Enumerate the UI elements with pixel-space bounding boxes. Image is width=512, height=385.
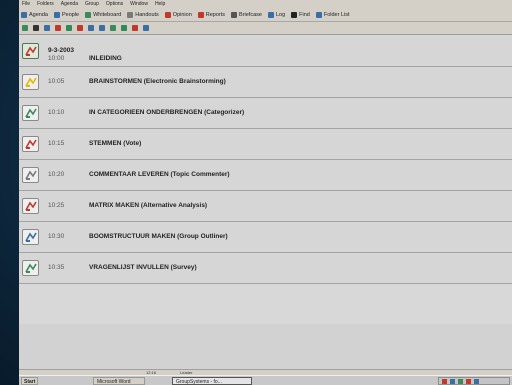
toolbar-label: Reports: [205, 11, 226, 18]
tray-icon[interactable]: [458, 378, 463, 384]
agenda-title[interactable]: IN CATEGORIEEN ONDERBRENGEN (Categorizer…: [89, 109, 244, 116]
taskbar: Start Microsoft Word GroupSystems - fo..…: [19, 375, 512, 385]
agenda-button[interactable]: Agenda: [21, 11, 48, 18]
system-tray: [438, 377, 510, 385]
agenda-time: 10:05: [48, 78, 65, 85]
toolbar-label: Folder List: [323, 11, 350, 18]
matrix-icon[interactable]: [22, 198, 39, 214]
survey-icon[interactable]: [22, 260, 39, 276]
toolbar-label: Agenda: [29, 11, 48, 18]
commenter-icon[interactable]: [22, 167, 39, 183]
agenda-row[interactable]: 10:10 IN CATEGORIEEN ONDERBRENGEN (Catego…: [19, 98, 512, 129]
agenda-time: 10:35: [48, 264, 65, 271]
handouts-icon: [127, 11, 134, 18]
whiteboard-button[interactable]: Whiteboard: [85, 11, 122, 18]
activity-toolbar: [19, 22, 512, 35]
arrows-icon[interactable]: [121, 25, 127, 31]
menu-window[interactable]: Window: [130, 0, 148, 8]
task-button-groupsystems[interactable]: GroupSystems - fo...: [172, 377, 252, 385]
people-icon: [53, 11, 60, 18]
toolbar-label: Whiteboard: [93, 11, 122, 18]
find-icon: [291, 11, 298, 18]
agenda-row[interactable]: 10:35 VRAGENLIJST INVULLEN (Survey): [19, 253, 512, 284]
tray-icon[interactable]: [442, 378, 447, 384]
menu-folders[interactable]: Folders: [37, 0, 54, 8]
opinion-button[interactable]: Opinion: [164, 11, 192, 18]
agenda-row[interactable]: 10:30 BOOMSTRUCTUUR MAKEN (Group Outliner…: [19, 222, 512, 253]
opinion-icon: [164, 11, 171, 18]
tray-icon[interactable]: [450, 378, 455, 384]
agenda-time: 10:00: [48, 55, 65, 62]
agenda-title[interactable]: STEMMEN (Vote): [89, 140, 141, 147]
refresh-icon[interactable]: [44, 25, 50, 31]
log-icon: [267, 11, 274, 18]
outliner-icon[interactable]: [22, 229, 39, 245]
agenda-row[interactable]: 10:05 BRAINSTORMEN (Electronic Brainstorm…: [19, 67, 512, 98]
toolbar-label: Find: [299, 11, 310, 18]
agenda-title[interactable]: MATRIX MAKEN (Alternative Analysis): [89, 202, 207, 209]
agenda-row[interactable]: 10:15 STEMMEN (Vote): [19, 129, 512, 160]
find-button[interactable]: Find: [291, 11, 310, 18]
flag-green-icon[interactable]: [66, 25, 72, 31]
agenda-title[interactable]: VRAGENLIJST INVULLEN (Survey): [89, 264, 197, 271]
toolbar-label: Opinion: [172, 11, 192, 18]
agenda-date: 9-3-2003: [48, 47, 75, 54]
brainstorm-icon[interactable]: [22, 74, 39, 90]
tool-icon[interactable]: [22, 25, 28, 31]
agenda-title[interactable]: BRAINSTORMEN (Electronic Brainstorming): [89, 78, 226, 85]
main-toolbar: Agenda People Whiteboard Handouts Opinion Rep…: [19, 8, 512, 22]
agenda-icon: [21, 11, 27, 18]
menu-bar: File Folders Agenda Group Options Window…: [19, 0, 512, 8]
agenda-title[interactable]: BOOMSTRUCTUUR MAKEN (Group Outliner): [89, 233, 228, 240]
reports-icon: [197, 11, 204, 18]
link-icon[interactable]: [99, 25, 105, 31]
folder-list-icon: [315, 11, 322, 18]
agenda-time: 10:20: [48, 171, 65, 178]
agenda-time: 10:15: [48, 140, 65, 147]
empty-agenda-area: [19, 324, 512, 369]
tray-icon[interactable]: [466, 378, 471, 384]
pen-icon[interactable]: [110, 25, 116, 31]
agenda-title[interactable]: COMMENTAAR LEVEREN (Topic Commenter): [89, 171, 230, 178]
close-icon[interactable]: [33, 25, 39, 31]
briefcase-button[interactable]: Briefcase: [231, 11, 262, 18]
agenda-time: 10:25: [48, 202, 65, 209]
people-button[interactable]: People: [53, 11, 80, 18]
toolbar-label: Log: [275, 11, 286, 18]
record-icon[interactable]: [55, 25, 61, 31]
window-icon[interactable]: [143, 25, 149, 31]
menu-options[interactable]: Options: [106, 0, 123, 8]
introduction-icon[interactable]: [22, 43, 39, 59]
whiteboard-icon: [85, 11, 92, 18]
log-button[interactable]: Log: [267, 11, 286, 18]
handouts-button[interactable]: Handouts: [127, 11, 159, 18]
tray-icon[interactable]: [474, 378, 479, 384]
agenda-row[interactable]: 9-3-2003 10:00 INLEIDING: [19, 36, 512, 67]
flag-red-icon[interactable]: [77, 25, 83, 31]
toolbar-label: People: [61, 11, 80, 18]
arrows-red-icon[interactable]: [132, 25, 138, 31]
back-icon[interactable]: [88, 25, 94, 31]
menu-group[interactable]: Group: [85, 0, 99, 8]
folder-list-button[interactable]: Folder List: [315, 11, 350, 18]
reports-button[interactable]: Reports: [197, 11, 226, 18]
categorizer-icon[interactable]: [22, 105, 39, 121]
agenda-row[interactable]: 10:25 MATRIX MAKEN (Alternative Analysis): [19, 191, 512, 222]
app-window: File Folders Agenda Group Options Window…: [19, 0, 512, 385]
menu-agenda[interactable]: Agenda: [61, 0, 78, 8]
agenda-time: 10:10: [48, 109, 65, 116]
briefcase-icon: [231, 11, 238, 18]
toolbar-label: Briefcase: [239, 11, 262, 18]
task-button-word[interactable]: Microsoft Word: [93, 377, 145, 385]
menu-file[interactable]: File: [22, 0, 30, 8]
menu-help[interactable]: Help: [155, 0, 165, 8]
agenda-list: 9-3-2003 10:00 INLEIDING 10:05 BRAINSTORMEN …: [19, 36, 512, 284]
agenda-title[interactable]: INLEIDING: [89, 55, 122, 62]
vote-icon[interactable]: [22, 136, 39, 152]
toolbar-label: Handouts: [135, 11, 159, 18]
start-button[interactable]: Start: [21, 377, 39, 385]
agenda-time: 10:30: [48, 233, 65, 240]
agenda-row[interactable]: 10:20 COMMENTAAR LEVEREN (Topic Commenter…: [19, 160, 512, 191]
